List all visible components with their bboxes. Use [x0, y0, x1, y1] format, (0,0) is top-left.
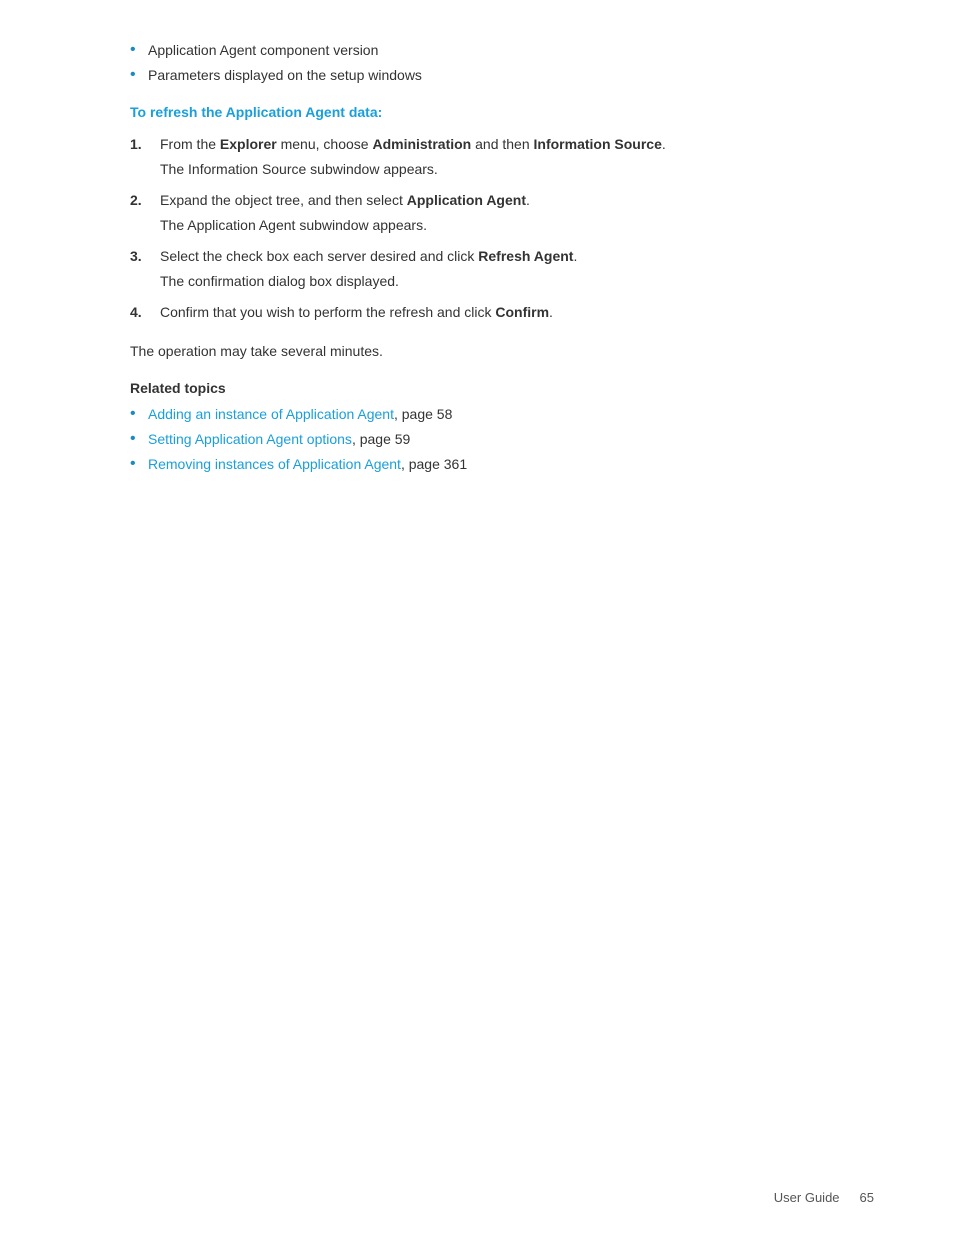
steps-list: 1. From the Explorer menu, choose Admini…	[130, 134, 854, 323]
step-3-bold-refresh: Refresh Agent	[478, 248, 573, 264]
step-4-content: Confirm that you wish to perform the ref…	[160, 302, 854, 323]
step-2-number: 2.	[130, 190, 160, 236]
step-3-subtext: The confirmation dialog box displayed.	[160, 271, 854, 292]
step-4-number: 4.	[130, 302, 160, 323]
step-1: 1. From the Explorer menu, choose Admini…	[130, 134, 854, 180]
related-item-3: Removing instances of Application Agent,…	[130, 454, 854, 475]
related-page-ref-1: , page 58	[394, 406, 452, 422]
related-topics-list: Adding an instance of Application Agent,…	[130, 404, 854, 475]
related-topics-heading: Related topics	[130, 380, 854, 396]
bullet-item-1: Application Agent component version	[130, 40, 854, 61]
step-3-content: Select the check box each server desired…	[160, 246, 854, 292]
related-link-1[interactable]: Adding an instance of Application Agent	[148, 406, 394, 422]
step-2-content: Expand the object tree, and then select …	[160, 190, 854, 236]
step-2-bold-appagent: Application Agent	[407, 192, 526, 208]
step-1-content: From the Explorer menu, choose Administr…	[160, 134, 854, 180]
related-page-ref-3: , page 361	[401, 456, 467, 472]
footer-label: User Guide	[774, 1190, 840, 1205]
operation-note: The operation may take several minutes.	[130, 341, 854, 362]
step-3-number: 3.	[130, 246, 160, 292]
step-4: 4. Confirm that you wish to perform the …	[130, 302, 854, 323]
step-1-subtext: The Information Source subwindow appears…	[160, 159, 854, 180]
step-1-bold-infosource: Information Source	[534, 136, 662, 152]
related-link-3[interactable]: Removing instances of Application Agent	[148, 456, 401, 472]
step-1-bold-admin: Administration	[372, 136, 471, 152]
step-1-bold-explorer: Explorer	[220, 136, 277, 152]
step-2: 2. Expand the object tree, and then sele…	[130, 190, 854, 236]
step-1-number: 1.	[130, 134, 160, 180]
page-footer: User Guide 65	[774, 1190, 874, 1205]
step-3: 3. Select the check box each server desi…	[130, 246, 854, 292]
related-item-2: Setting Application Agent options, page …	[130, 429, 854, 450]
related-item-1: Adding an instance of Application Agent,…	[130, 404, 854, 425]
step-2-subtext: The Application Agent subwindow appears.	[160, 215, 854, 236]
page-content: Application Agent component version Para…	[0, 0, 954, 573]
step-4-bold-confirm: Confirm	[495, 304, 549, 320]
related-link-2[interactable]: Setting Application Agent options	[148, 431, 352, 447]
bullet-item-2: Parameters displayed on the setup window…	[130, 65, 854, 86]
intro-bullet-list: Application Agent component version Para…	[130, 40, 854, 86]
related-page-ref-2: , page 59	[352, 431, 410, 447]
section-heading: To refresh the Application Agent data:	[130, 104, 854, 120]
page-number: 65	[860, 1190, 874, 1205]
